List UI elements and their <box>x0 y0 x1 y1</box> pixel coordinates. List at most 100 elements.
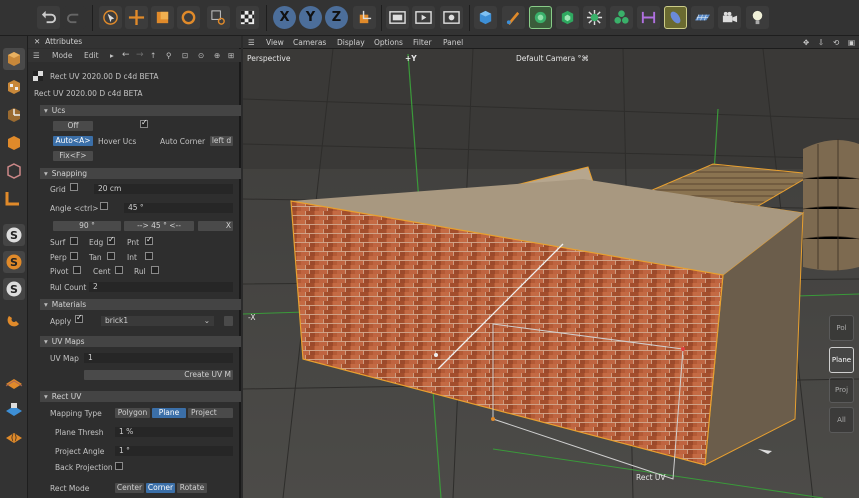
select-icon[interactable] <box>99 6 122 29</box>
cloner-icon[interactable] <box>610 6 633 29</box>
up-arrow-icon[interactable]: ↑ <box>150 51 156 61</box>
create-uv-map-button[interactable]: Create UV M <box>84 370 233 380</box>
angle-field[interactable]: 45 ° <box>124 203 233 213</box>
plane-thresh-field[interactable]: 1 % <box>115 427 233 437</box>
angle-checkbox[interactable] <box>100 202 108 210</box>
apply-checkbox[interactable] <box>75 313 83 323</box>
rect-mode-corner-button[interactable]: Corner <box>146 483 175 493</box>
materials-section-header[interactable]: Materials <box>40 299 241 310</box>
vp-move-icon[interactable]: ✥ <box>803 38 809 47</box>
polygons-mode-icon[interactable] <box>3 186 25 208</box>
material-dropdown[interactable]: brick1 ⌄ <box>101 316 214 326</box>
redo-icon[interactable] <box>63 6 86 29</box>
tan-checkbox[interactable] <box>107 252 115 260</box>
viewport[interactable]: ☰ View Cameras Display Options Filter Pa… <box>243 36 859 498</box>
snap-s3-icon[interactable]: S <box>3 278 25 300</box>
subdivision-icon[interactable] <box>529 6 552 29</box>
vp-menu-panel[interactable]: Panel <box>443 38 463 47</box>
cent-checkbox[interactable] <box>115 266 123 274</box>
move-icon[interactable] <box>125 6 148 29</box>
edg-checkbox[interactable] <box>107 235 115 245</box>
rect-mode-rotate-button[interactable]: Rotate <box>177 483 207 493</box>
vp-menu-view[interactable]: View <box>266 38 284 47</box>
angle-x-button[interactable]: X <box>198 221 233 231</box>
mograph-icon[interactable] <box>583 6 606 29</box>
undo-icon[interactable] <box>37 6 60 29</box>
checker-icon[interactable] <box>236 6 259 29</box>
vp-zoom-icon[interactable]: ⇩ <box>818 38 824 47</box>
axis-mode-icon[interactable] <box>3 104 25 126</box>
mode-pol-button[interactable]: Pol <box>829 315 854 341</box>
ucs-auto-button[interactable]: Auto<A> <box>53 136 93 146</box>
grid-field[interactable]: 20 cm <box>94 184 233 194</box>
tag-icon[interactable] <box>664 6 687 29</box>
vp-menu-filter[interactable]: Filter <box>413 38 432 47</box>
mapping-project-button[interactable]: Project <box>188 408 233 418</box>
vp-rotate-icon[interactable]: ⟲ <box>833 38 839 47</box>
target-icon[interactable]: ⊙ <box>198 51 204 61</box>
back-projection-checkbox[interactable] <box>115 462 123 470</box>
scale-icon[interactable] <box>151 6 174 29</box>
model-mode-icon[interactable] <box>3 48 25 70</box>
mode-proj-button[interactable]: Proj <box>829 377 854 403</box>
grid-checkbox[interactable] <box>70 183 78 191</box>
points-mode-icon[interactable] <box>3 132 25 154</box>
vp-menu-display[interactable]: Display <box>337 38 365 47</box>
vp-maximize-icon[interactable]: ▣ <box>848 38 855 47</box>
surf-checkbox[interactable] <box>70 237 78 245</box>
forward-arrow-icon[interactable]: → <box>136 50 144 60</box>
close-icon[interactable]: ✕ <box>34 37 40 46</box>
panel-expand-icon[interactable]: ⊞ <box>228 51 234 61</box>
menu-mode[interactable]: Mode <box>52 51 72 61</box>
snapping-section-header[interactable]: Snapping <box>40 168 241 179</box>
lock-workplane-icon[interactable] <box>3 398 25 420</box>
rect-uv-section-header[interactable]: Rect UV <box>40 391 241 402</box>
x-axis-icon[interactable]: X <box>273 6 296 29</box>
z-axis-icon[interactable]: Z <box>325 6 348 29</box>
ucs-section-header[interactable]: Ucs <box>40 105 241 116</box>
rul-checkbox[interactable] <box>151 266 159 274</box>
workplane-icon[interactable] <box>3 372 25 394</box>
back-arrow-icon[interactable]: ← <box>122 50 130 60</box>
cube-icon[interactable] <box>474 6 497 29</box>
snap-s1-icon[interactable]: S <box>3 224 25 246</box>
material-extra-button[interactable] <box>224 316 233 326</box>
int-checkbox[interactable] <box>145 252 153 260</box>
render-view-icon[interactable] <box>412 6 435 29</box>
uv-map-field[interactable]: 1 <box>84 353 233 363</box>
pnt-checkbox[interactable] <box>145 235 153 245</box>
perp-checkbox[interactable] <box>70 252 78 260</box>
hamburger-icon[interactable]: ☰ <box>33 51 40 61</box>
angle-45-button[interactable]: --> 45 ° <-- <box>124 221 194 231</box>
render-region-icon[interactable] <box>386 6 409 29</box>
pen-icon[interactable] <box>502 6 525 29</box>
coordinate-system-icon[interactable] <box>353 6 376 29</box>
menu-more-icon[interactable]: ▸ <box>110 51 114 61</box>
viewport-menu-icon[interactable]: ☰ <box>248 38 255 47</box>
mode-all-button[interactable]: All <box>829 407 854 433</box>
menu-edit[interactable]: Edit <box>84 51 99 61</box>
workplane-mode-icon[interactable]: () <box>3 425 25 447</box>
floor-icon[interactable] <box>691 6 714 29</box>
recent-icon[interactable] <box>207 6 230 29</box>
ucs-fix-button[interactable]: Fix<F> <box>53 151 93 161</box>
project-angle-field[interactable]: 1 ° <box>115 446 233 456</box>
rotate-icon[interactable] <box>177 6 200 29</box>
texture-mode-icon[interactable] <box>3 76 25 98</box>
new-panel-icon[interactable]: ⊕ <box>214 51 220 61</box>
generator-icon[interactable] <box>556 6 579 29</box>
angle-90-button[interactable]: 90 ° <box>53 221 121 231</box>
light-icon[interactable] <box>746 6 769 29</box>
uv-maps-section-header[interactable]: UV Maps <box>40 336 241 347</box>
render-settings-icon[interactable] <box>440 6 463 29</box>
ucs-checkbox[interactable] <box>140 118 148 128</box>
magnet-icon[interactable] <box>3 309 25 331</box>
deformer-icon[interactable] <box>637 6 660 29</box>
y-axis-icon[interactable]: Y <box>299 6 322 29</box>
rect-mode-center-button[interactable]: Center <box>115 483 144 493</box>
auto-corner-dropdown[interactable]: left d <box>210 136 233 146</box>
pivot-checkbox[interactable] <box>73 266 81 274</box>
mapping-plane-button[interactable]: Plane <box>152 408 186 418</box>
search-icon[interactable]: ⚲ <box>166 51 172 61</box>
vp-menu-options[interactable]: Options <box>374 38 403 47</box>
